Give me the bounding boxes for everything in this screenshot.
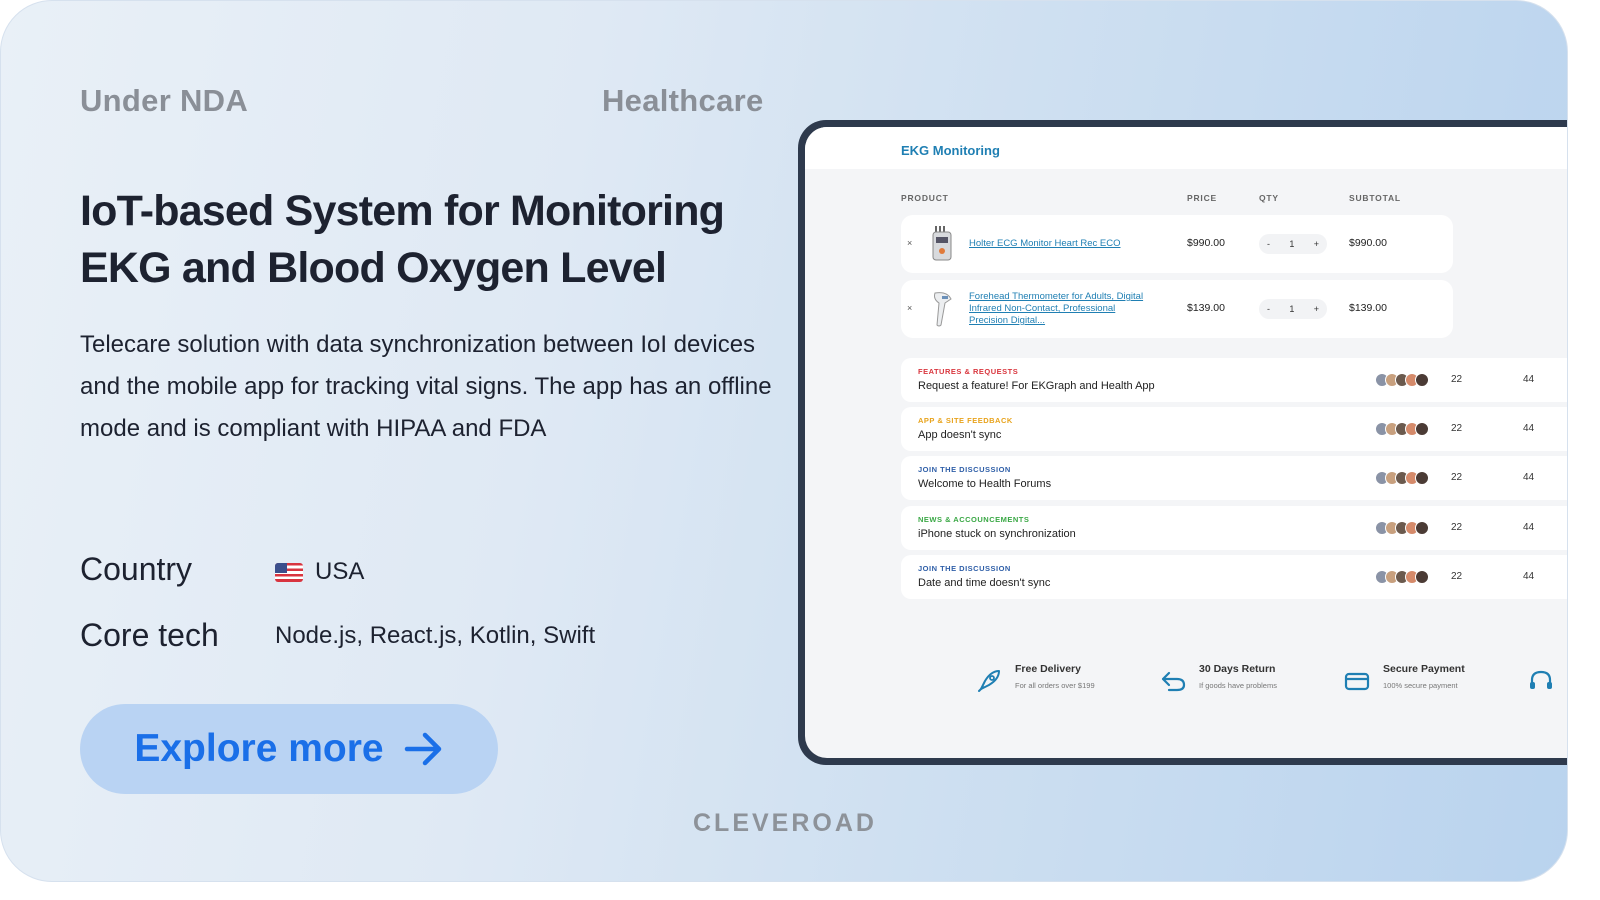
country-value: USA [275, 558, 364, 586]
reply-count: 22 [1451, 522, 1463, 533]
cart-row: × Forehead Thermometer for Adults, Digit… [901, 280, 1453, 338]
view-count: 44 [1523, 472, 1535, 483]
country-label: Country [80, 551, 193, 587]
ecg-monitor-thumbnail [932, 226, 952, 261]
nda-tag: Under NDA [80, 83, 249, 118]
core-tech-label: Core tech [80, 617, 219, 653]
remove-item-button[interactable]: × [907, 238, 912, 248]
forum-topic-row[interactable]: NEWS & ACCOUNCEMENTS iPhone stuck on syn… [901, 506, 1567, 550]
headset-icon [1530, 670, 1552, 689]
increase-button[interactable]: + [1314, 239, 1319, 249]
product-subtotal: $990.00 [1349, 237, 1387, 249]
participant-avatars [1375, 570, 1431, 584]
quantity-stepper[interactable]: - 1 + [1259, 299, 1327, 319]
product-name-link[interactable]: Holter ECG Monitor Heart Rec ECO [969, 238, 1121, 250]
forum-topic-row[interactable]: APP & SITE FEEDBACK App doesn't sync 22 … [901, 407, 1567, 451]
topic-title: Request a feature! For EKGraph and Healt… [918, 380, 1155, 392]
feature-subtitle: If goods have problems [1199, 681, 1277, 690]
topic-title: App doesn't sync [918, 429, 1002, 441]
feature-return: 30 Days Return If goods have problems [1159, 663, 1277, 695]
industry-tag: Healthcare [602, 83, 764, 118]
participant-avatars [1375, 471, 1431, 485]
column-qty: QTY [1259, 193, 1279, 203]
return-arrow-icon [1161, 671, 1186, 692]
usa-flag-icon [275, 562, 303, 582]
view-count: 44 [1523, 571, 1535, 582]
project-description: Telecare solution with data synchronizat… [80, 331, 772, 442]
country-name: USA [315, 558, 365, 585]
product-price: $139.00 [1187, 302, 1225, 314]
topic-title: iPhone stuck on synchronization [918, 528, 1076, 540]
forum-topic-row[interactable]: FEATURES & REQUESTS Request a feature! F… [901, 358, 1567, 402]
quantity-stepper[interactable]: - 1 + [1259, 234, 1327, 254]
feature-title: Free Delivery [1015, 663, 1081, 675]
cleveroad-logo: CLEVEROAD [693, 809, 877, 837]
topic-title: Date and time doesn't sync [918, 577, 1051, 589]
topic-category: JOIN THE DISCUSSION [918, 465, 1011, 474]
cart-row: × Holter ECG Monitor Heart Rec ECO $990.… [901, 215, 1453, 273]
forum-topic-row[interactable]: JOIN THE DISCUSSION Welcome to Health Fo… [901, 456, 1567, 500]
reply-count: 22 [1451, 472, 1463, 483]
remove-item-button[interactable]: × [907, 303, 912, 313]
product-name-link[interactable]: Forehead Thermometer for Adults, Digital… [969, 291, 1149, 327]
participant-avatars [1375, 373, 1431, 387]
reply-count: 22 [1451, 571, 1463, 582]
column-subtotal: SUBTOTAL [1349, 193, 1401, 203]
view-count: 44 [1523, 522, 1535, 533]
column-price: PRICE [1187, 193, 1217, 203]
topic-category: JOIN THE DISCUSSION [918, 564, 1011, 573]
feature-subtitle: For all orders over $199 [1015, 681, 1095, 690]
participant-avatars [1375, 422, 1431, 436]
topic-category: APP & SITE FEEDBACK [918, 416, 1013, 425]
quantity-value: 1 [1289, 239, 1295, 249]
app-title: EKG Monitoring [901, 143, 1000, 158]
topic-category: NEWS & ACCOUNCEMENTS [918, 515, 1030, 524]
column-product: PRODUCT [901, 193, 949, 203]
credit-card-icon [1344, 672, 1370, 691]
feature-free-delivery: Free Delivery For all orders over $199 [975, 663, 1095, 695]
product-price: $990.00 [1187, 237, 1225, 249]
forum-topic-row[interactable]: JOIN THE DISCUSSION Date and time doesn'… [901, 555, 1567, 599]
explore-more-label: Explore more [134, 727, 384, 770]
case-study-card: Under NDA Healthcare IoT-based System fo… [0, 0, 1568, 882]
view-count: 44 [1523, 374, 1535, 385]
quantity-value: 1 [1289, 304, 1295, 314]
arrow-right-icon [404, 732, 441, 766]
increase-button[interactable]: + [1314, 304, 1319, 314]
explore-more-button[interactable]: Explore more [80, 704, 498, 794]
feature-subtitle: 100% secure payment [1383, 681, 1458, 690]
app-screen-mockup: EKG Monitoring PRODUCT PRICE QTY SUBTOTA… [798, 120, 1567, 765]
thermometer-thumbnail [934, 292, 952, 327]
view-count: 44 [1523, 423, 1535, 434]
app-header: EKG Monitoring [805, 127, 1567, 169]
feature-title: Secure Payment [1383, 663, 1465, 675]
decrease-button[interactable]: - [1267, 239, 1270, 249]
reply-count: 22 [1451, 374, 1463, 385]
topic-category: FEATURES & REQUESTS [918, 367, 1019, 376]
reply-count: 22 [1451, 423, 1463, 434]
participant-avatars [1375, 521, 1431, 535]
feature-title: 30 Days Return [1199, 663, 1276, 675]
feature-support [1527, 663, 1555, 695]
project-title: IoT-based System for Monitoring EKG and … [80, 187, 725, 292]
decrease-button[interactable]: - [1267, 304, 1270, 314]
core-tech-value: Node.js, React.js, Kotlin, Swift [275, 622, 596, 649]
topic-title: Welcome to Health Forums [918, 478, 1052, 490]
feature-secure-payment: Secure Payment 100% secure payment [1343, 663, 1465, 695]
product-subtotal: $139.00 [1349, 302, 1387, 314]
rocket-icon [978, 670, 1000, 692]
app-screen: EKG Monitoring PRODUCT PRICE QTY SUBTOTA… [805, 127, 1567, 758]
